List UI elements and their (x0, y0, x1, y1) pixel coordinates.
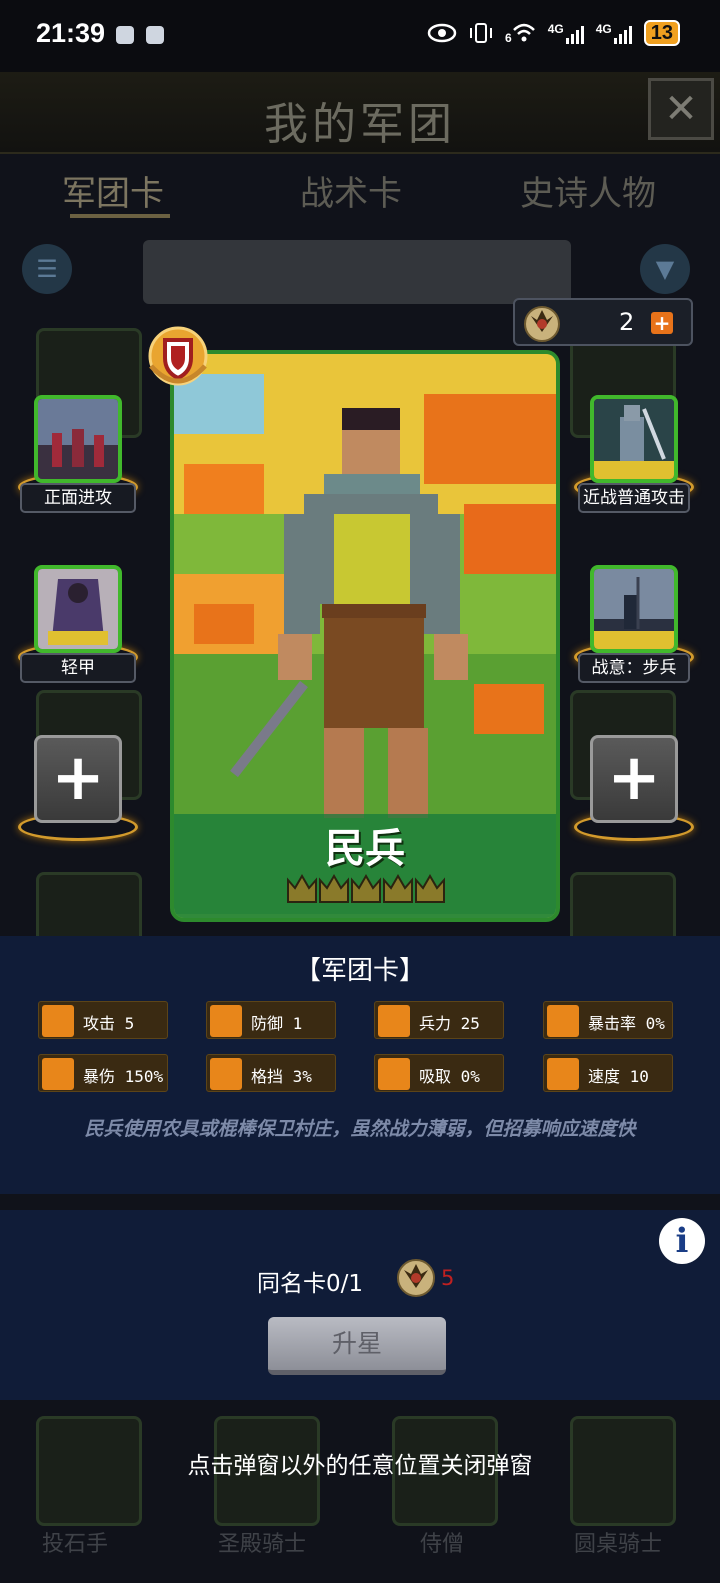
upgrade-cost: 5 (441, 1266, 455, 1290)
sword-icon (42, 1005, 74, 1037)
card-info-panel: 【军团卡】 攻击 5 防御 1 兵力 25 暴击率 0% 暴伤 150% 格挡 … (0, 936, 720, 1194)
card-name: 民兵 (325, 826, 405, 872)
rank-shield-icon (148, 326, 208, 386)
star-crowns (287, 874, 445, 903)
stat-text: 兵力 25 (419, 1014, 480, 1033)
signal-icon: 4G (596, 22, 632, 44)
eye-icon (427, 23, 457, 43)
filter-icon[interactable]: ▼ (640, 244, 690, 294)
card-description: 民兵使用农具或棍棒保卫村庄，虽然战力薄弱，但招募响应速度快 (84, 1118, 636, 1140)
header: 我的军团 ✕ (0, 72, 720, 154)
skill-melee-attack-icon (590, 395, 678, 483)
boot-icon (547, 1058, 579, 1090)
crosshair-icon (547, 1005, 579, 1037)
shield-icon (210, 1005, 242, 1037)
add-skill-button[interactable]: + (34, 735, 122, 823)
battery-icon: 13 (643, 20, 680, 46)
status-icons: 6 4G 4G 13 (427, 20, 680, 46)
net-label: 4G (547, 22, 564, 36)
net-label: 4G (595, 22, 612, 36)
burst-icon (42, 1058, 74, 1090)
stat-text: 暴击率 0% (588, 1014, 665, 1033)
card-thumb-label: 圣殿骑士 (218, 1532, 307, 1557)
medal-icon (397, 1259, 435, 1297)
stat-attack: 攻击 5 (38, 1001, 168, 1039)
vibrate-icon (470, 23, 493, 43)
skill-light-armor-icon (34, 565, 122, 653)
skill-fighting-spirit-icon (590, 565, 678, 653)
list-icon[interactable]: ☰ (22, 244, 72, 294)
stat-text: 吸取 0% (419, 1067, 480, 1086)
star-up-button[interactable]: 升星 (268, 1317, 446, 1375)
stat-text: 防御 1 (251, 1014, 303, 1033)
stat-text: 格挡 3% (251, 1067, 312, 1086)
stat-crit-damage: 暴伤 150% (38, 1054, 168, 1092)
skill-label: 战意：步兵 (578, 653, 690, 683)
card-thumb-label: 投石手 (42, 1532, 109, 1557)
notification-icon (116, 26, 134, 44)
tab-legion-cards[interactable]: 军团卡 (62, 166, 164, 215)
close-hint: 点击弹窗以外的任意位置关闭弹窗 (187, 1453, 533, 1479)
skill-label: 正面进攻 (20, 483, 136, 513)
wifi-icon: 6 (505, 22, 536, 45)
stat-text: 攻击 5 (83, 1014, 135, 1033)
info-button[interactable]: i (659, 1218, 705, 1264)
tab-underline (70, 214, 170, 218)
stat-block: 格挡 3% (206, 1054, 336, 1092)
stat-text: 速度 10 (588, 1067, 649, 1086)
card-thumb-label: 侍僧 (420, 1532, 465, 1557)
clock: 21:39 (36, 18, 106, 48)
signal-icon: 4G (548, 22, 584, 44)
parry-icon (210, 1058, 242, 1090)
search-input[interactable] (143, 240, 571, 304)
net-label: 6 (505, 30, 512, 45)
medal-icon (524, 306, 560, 342)
stat-text: 暴伤 150% (83, 1067, 164, 1086)
duplicate-count: 同名卡0/1 (257, 1271, 364, 1297)
heart-icon (378, 1005, 410, 1037)
skill-label: 轻甲 (20, 653, 136, 683)
stat-crit-rate: 暴击率 0% (543, 1001, 673, 1039)
drain-icon (378, 1058, 410, 1090)
add-skill-button[interactable]: + (590, 735, 678, 823)
status-bar: 21:39 6 4G 4G 13 (0, 0, 720, 72)
medal-count: 2 (619, 308, 635, 336)
tab-epic-heroes[interactable]: 史诗人物 (520, 166, 656, 215)
stat-troops: 兵力 25 (374, 1001, 504, 1039)
stat-lifesteal: 吸取 0% (374, 1054, 504, 1092)
panel-title: 【军团卡】 (294, 956, 425, 986)
medal-counter[interactable]: 2 + (513, 298, 693, 346)
tab-tactic-cards[interactable]: 战术卡 (300, 166, 402, 215)
skill-frontal-attack-icon (34, 395, 122, 483)
notification-icon (146, 26, 164, 44)
close-button[interactable]: ✕ (648, 78, 714, 140)
stat-defense: 防御 1 (206, 1001, 336, 1039)
legion-card: 民兵 (170, 350, 560, 922)
page-title: 我的军团 (264, 99, 456, 150)
add-medal-button[interactable]: + (651, 312, 673, 334)
card-thumb-label: 圆桌骑士 (574, 1532, 663, 1557)
stat-speed: 速度 10 (543, 1054, 673, 1092)
skill-label: 近战普通攻击 (578, 483, 690, 513)
